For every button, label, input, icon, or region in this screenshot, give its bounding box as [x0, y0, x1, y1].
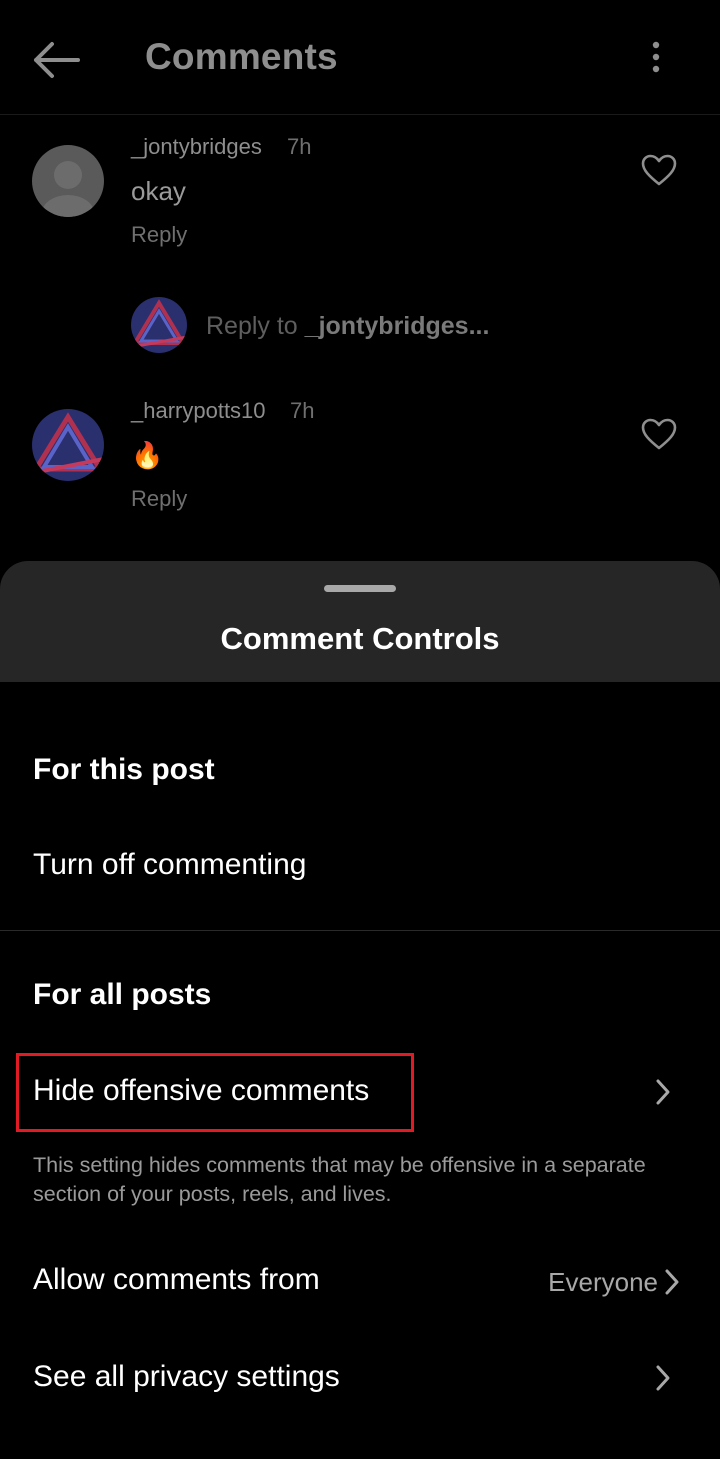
- comment-text: okay: [131, 176, 186, 206]
- comment-username[interactable]: _jontybridges: [131, 134, 262, 160]
- section-this-post: For this post: [33, 753, 215, 786]
- avatar[interactable]: [32, 409, 104, 481]
- reply-target: _jontybridges...: [304, 312, 490, 340]
- allow-comments-from-label: Allow comments from: [33, 1263, 320, 1296]
- sheet-header: Comment Controls: [0, 561, 720, 682]
- drag-handle[interactable]: [324, 585, 396, 592]
- section-all-posts: For all posts: [33, 978, 212, 1011]
- comments-header: Comments: [0, 0, 720, 115]
- chevron-right-icon: [663, 1268, 681, 1296]
- page-title: Comments: [145, 36, 338, 77]
- reply-prefix: Reply to: [206, 312, 305, 340]
- privacy-settings-label: See all privacy settings: [33, 1360, 340, 1393]
- comment-time: 7h: [290, 398, 315, 423]
- divider: [0, 930, 720, 931]
- sheet-title: Comment Controls: [220, 621, 500, 656]
- highlight-box: [16, 1053, 414, 1132]
- more-options-icon[interactable]: [644, 40, 668, 78]
- reply-composer-row[interactable]: Reply to _jontybridges...: [131, 297, 691, 355]
- comment-username[interactable]: _harrypotts10: [131, 398, 266, 424]
- privacy-settings-row[interactable]: See all privacy settings: [0, 1342, 720, 1414]
- comment-text: 🔥: [131, 440, 164, 470]
- turn-off-commenting-label: Turn off commenting: [33, 848, 307, 881]
- heart-icon[interactable]: [640, 417, 678, 451]
- hide-offensive-help-text: This setting hides comments that may be …: [33, 1153, 646, 1206]
- chevron-right-icon: [654, 1078, 672, 1106]
- heart-icon[interactable]: [640, 153, 678, 187]
- avatar-placeholder[interactable]: [32, 145, 104, 217]
- reply-input-placeholder[interactable]: Reply to _jontybridges...: [206, 312, 489, 341]
- reply-button[interactable]: Reply: [131, 486, 187, 512]
- chevron-right-icon: [654, 1364, 672, 1392]
- comment-controls-sheet: Comment Controls For this post Turn off …: [0, 561, 720, 1459]
- allow-comments-from-value: Everyone: [548, 1267, 658, 1297]
- back-arrow-icon[interactable]: [30, 40, 82, 80]
- avatar: [131, 297, 187, 353]
- turn-off-commenting-row[interactable]: Turn off commenting: [0, 830, 720, 902]
- reply-button[interactable]: Reply: [131, 222, 187, 248]
- comment-time: 7h: [287, 134, 312, 159]
- allow-comments-from-row[interactable]: Allow comments from Everyone: [0, 1245, 720, 1317]
